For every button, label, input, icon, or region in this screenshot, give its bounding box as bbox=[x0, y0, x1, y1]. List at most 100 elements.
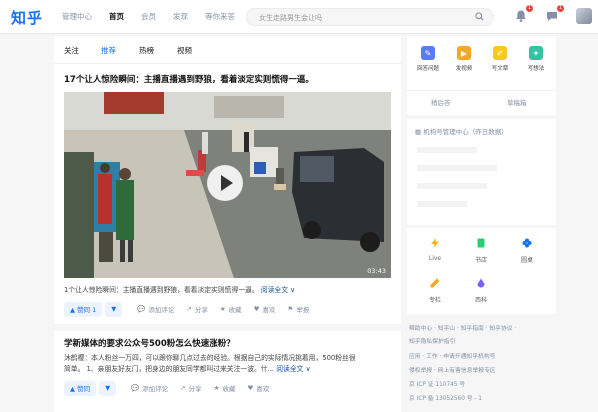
feed-divider bbox=[54, 324, 401, 331]
avatar[interactable] bbox=[576, 8, 592, 24]
footer-report[interactable]: 侵权举报 · 网上有害信息举报专区 bbox=[409, 365, 496, 374]
live-link[interactable]: Live bbox=[415, 255, 455, 262]
divider bbox=[407, 90, 556, 91]
org-title-row[interactable]: ▦ 机构号管理中心（昨日数据） bbox=[415, 126, 508, 136]
post-title[interactable]: 17个让人惊险瞬间：主播直播遇到野狼，看着淡定实则慌得一逼。 bbox=[64, 73, 314, 85]
flag-icon: ⚑ bbox=[287, 305, 294, 313]
feed-tabs: 关注 推荐 热榜 视频 bbox=[54, 36, 401, 64]
org-stat-placeholder bbox=[417, 183, 487, 189]
share-button[interactable]: ↗ 分享 bbox=[186, 304, 207, 314]
excerpt-text: 1个让人惊险瞬间：主播直播遇到野狼，看着淡定实则慌得一逼。 bbox=[64, 286, 259, 294]
comment-button[interactable]: 💬 添加评论 bbox=[137, 304, 174, 314]
report-label: 举报 bbox=[296, 306, 310, 314]
comment-icon: 💬 bbox=[137, 305, 146, 313]
write-idea-label: 写想法 bbox=[527, 66, 545, 72]
footer-icp[interactable]: 京 ICP 证 110745 号 bbox=[409, 379, 465, 388]
like-label: 喜欢 bbox=[262, 306, 276, 314]
excerpt-line: 沐鹤樱：本人粉丝一万四，可以跟你聊几点过去的经验。根据自己的实际情况挑着用，50… bbox=[64, 354, 356, 362]
write-idea-button[interactable]: ✦ 写想法 bbox=[518, 46, 554, 72]
footer-privacy[interactable]: 知乎隐私保护指引 bbox=[409, 336, 455, 345]
downvote-button[interactable]: ▼ bbox=[105, 301, 123, 317]
heart-icon: ♥ bbox=[253, 305, 260, 313]
post-excerpt[interactable]: 1个让人惊险瞬间：主播直播遇到野狼，看着淡定实则慌得一逼。 阅读全文 ∨ bbox=[64, 285, 295, 296]
nav-admin[interactable]: 管理中心 bbox=[62, 11, 92, 22]
footer-links[interactable]: 帮助中心 · 知乎山 · 知乎指南 · 知乎协议 · bbox=[409, 323, 516, 332]
share-icon: ↗ bbox=[180, 384, 186, 392]
like-label: 喜欢 bbox=[256, 385, 270, 393]
top-bar: 知乎 管理中心 首页 会员 发现 等你来答 女生走路男生会让吗 1 1 bbox=[0, 0, 598, 34]
message-badge: 1 bbox=[556, 5, 564, 12]
star-icon: ★ bbox=[213, 384, 220, 392]
pen-icon[interactable] bbox=[427, 278, 443, 290]
downvote-button[interactable]: ▼ bbox=[99, 380, 117, 396]
tab-follow[interactable]: 关注 bbox=[64, 45, 79, 56]
post-video-button[interactable]: ▶ 发视频 bbox=[446, 46, 482, 72]
share-label: 分享 bbox=[188, 385, 202, 393]
post-title[interactable]: 学新媒体的要求公众号500粉怎么快速涨粉？ bbox=[64, 337, 235, 349]
footer-icp-record[interactable]: 京 ICP 备 13052560 号 - 1 bbox=[409, 393, 482, 402]
search-icon[interactable] bbox=[475, 12, 484, 24]
read-more-link[interactable]: 阅读全文 ∨ bbox=[276, 365, 310, 373]
nav-vip[interactable]: 会员 bbox=[141, 11, 156, 22]
tab-hot[interactable]: 热榜 bbox=[139, 45, 154, 56]
later-answer-link[interactable]: 稍后答 bbox=[431, 97, 451, 107]
search-input[interactable]: 女生走路男生会让吗 bbox=[259, 13, 322, 23]
lightning-icon[interactable] bbox=[427, 238, 443, 250]
zhihu-logo[interactable]: 知乎 bbox=[11, 7, 43, 28]
like-button[interactable]: ♥ 喜欢 bbox=[247, 383, 269, 393]
search-box[interactable]: 女生走路男生会让吗 bbox=[246, 8, 494, 26]
video-duration: 03:43 bbox=[367, 267, 386, 275]
answer-question-button[interactable]: ✎ 回答问题 bbox=[410, 46, 446, 72]
drafts-link[interactable]: 草稿箱 bbox=[507, 97, 527, 107]
org-stat-placeholder bbox=[417, 165, 497, 171]
share-label: 分享 bbox=[194, 306, 208, 314]
tab-recommend[interactable]: 推荐 bbox=[101, 45, 116, 56]
report-button[interactable]: ⚑ 举报 bbox=[287, 304, 309, 314]
favorite-label: 收藏 bbox=[228, 306, 242, 314]
footer-apply[interactable]: 应用 · 工作 · 申请开通知乎机构号 bbox=[409, 351, 495, 360]
wiki-link[interactable]: 西科 bbox=[461, 295, 501, 304]
favorite-button[interactable]: ★ 收藏 bbox=[220, 304, 242, 314]
post-excerpt[interactable]: 沐鹤樱：本人粉丝一万四，可以跟你聊几点过去的经验。根据自己的实际情况挑着用，50… bbox=[64, 353, 356, 375]
post-actions: ▲ 赞同 ▼ 💬 添加评论 ↗ 分享 ★ 收藏 ♥ 喜欢 bbox=[64, 380, 269, 396]
favorite-button[interactable]: ★ 收藏 bbox=[214, 383, 236, 393]
tab-video[interactable]: 视频 bbox=[177, 45, 192, 56]
comment-label: 添加评论 bbox=[148, 306, 175, 314]
favorite-label: 收藏 bbox=[222, 385, 236, 393]
write-article-button[interactable]: ✐ 写文章 bbox=[482, 46, 518, 72]
message-icon[interactable]: 1 bbox=[545, 5, 564, 23]
edit-icon: ✐ bbox=[493, 46, 507, 60]
nav-discover[interactable]: 发现 bbox=[173, 11, 188, 22]
drop-icon[interactable] bbox=[473, 278, 489, 290]
flower-icon[interactable] bbox=[519, 238, 535, 250]
bulb-icon: ✦ bbox=[529, 46, 543, 60]
upvote-button[interactable]: ▲ 赞同 1 bbox=[64, 301, 103, 317]
notification-badge: 1 bbox=[525, 5, 533, 12]
play-button[interactable] bbox=[207, 165, 243, 201]
org-title: 机构号管理中心（昨日数据） bbox=[423, 128, 508, 136]
upvote-button[interactable]: ▲ 赞同 bbox=[64, 380, 97, 396]
heart-icon: ♥ bbox=[247, 384, 254, 392]
org-stat-placeholder bbox=[417, 147, 477, 153]
top-nav: 管理中心 首页 会员 发现 等你来答 bbox=[62, 11, 252, 22]
nav-home[interactable]: 首页 bbox=[109, 11, 124, 22]
star-icon: ★ bbox=[219, 305, 226, 313]
read-more-link[interactable]: 阅读全文 ∨ bbox=[261, 286, 295, 294]
like-button[interactable]: ♥ 喜欢 bbox=[254, 304, 276, 314]
video-player[interactable]: 03:43 bbox=[64, 92, 391, 278]
comment-button[interactable]: 💬 添加评论 bbox=[131, 383, 168, 393]
share-button[interactable]: ↗ 分享 bbox=[180, 383, 201, 393]
bookstore-link[interactable]: 书店 bbox=[461, 255, 501, 264]
roundtable-link[interactable]: 圆桌 bbox=[507, 255, 547, 264]
nav-answer[interactable]: 等你来答 bbox=[205, 11, 235, 22]
answer-question-label: 回答问题 bbox=[416, 66, 439, 72]
bell-icon[interactable]: 1 bbox=[514, 5, 533, 23]
pen-icon: ✎ bbox=[421, 46, 435, 60]
book-icon[interactable] bbox=[473, 238, 489, 250]
org-stat-placeholder bbox=[417, 201, 467, 207]
feed: 关注 推荐 热榜 视频 17个让人惊险瞬间：主播直播遇到野狼，看着淡定实则慌得一… bbox=[54, 36, 401, 412]
post-actions: ▲ 赞同 1 ▼ 💬 添加评论 ↗ 分享 ★ 收藏 ♥ 喜欢 ⚑ 举报 bbox=[64, 301, 309, 317]
camera-icon: ▶ bbox=[457, 46, 471, 60]
share-icon: ↗ bbox=[186, 305, 192, 313]
column-link[interactable]: 专栏 bbox=[415, 295, 455, 304]
